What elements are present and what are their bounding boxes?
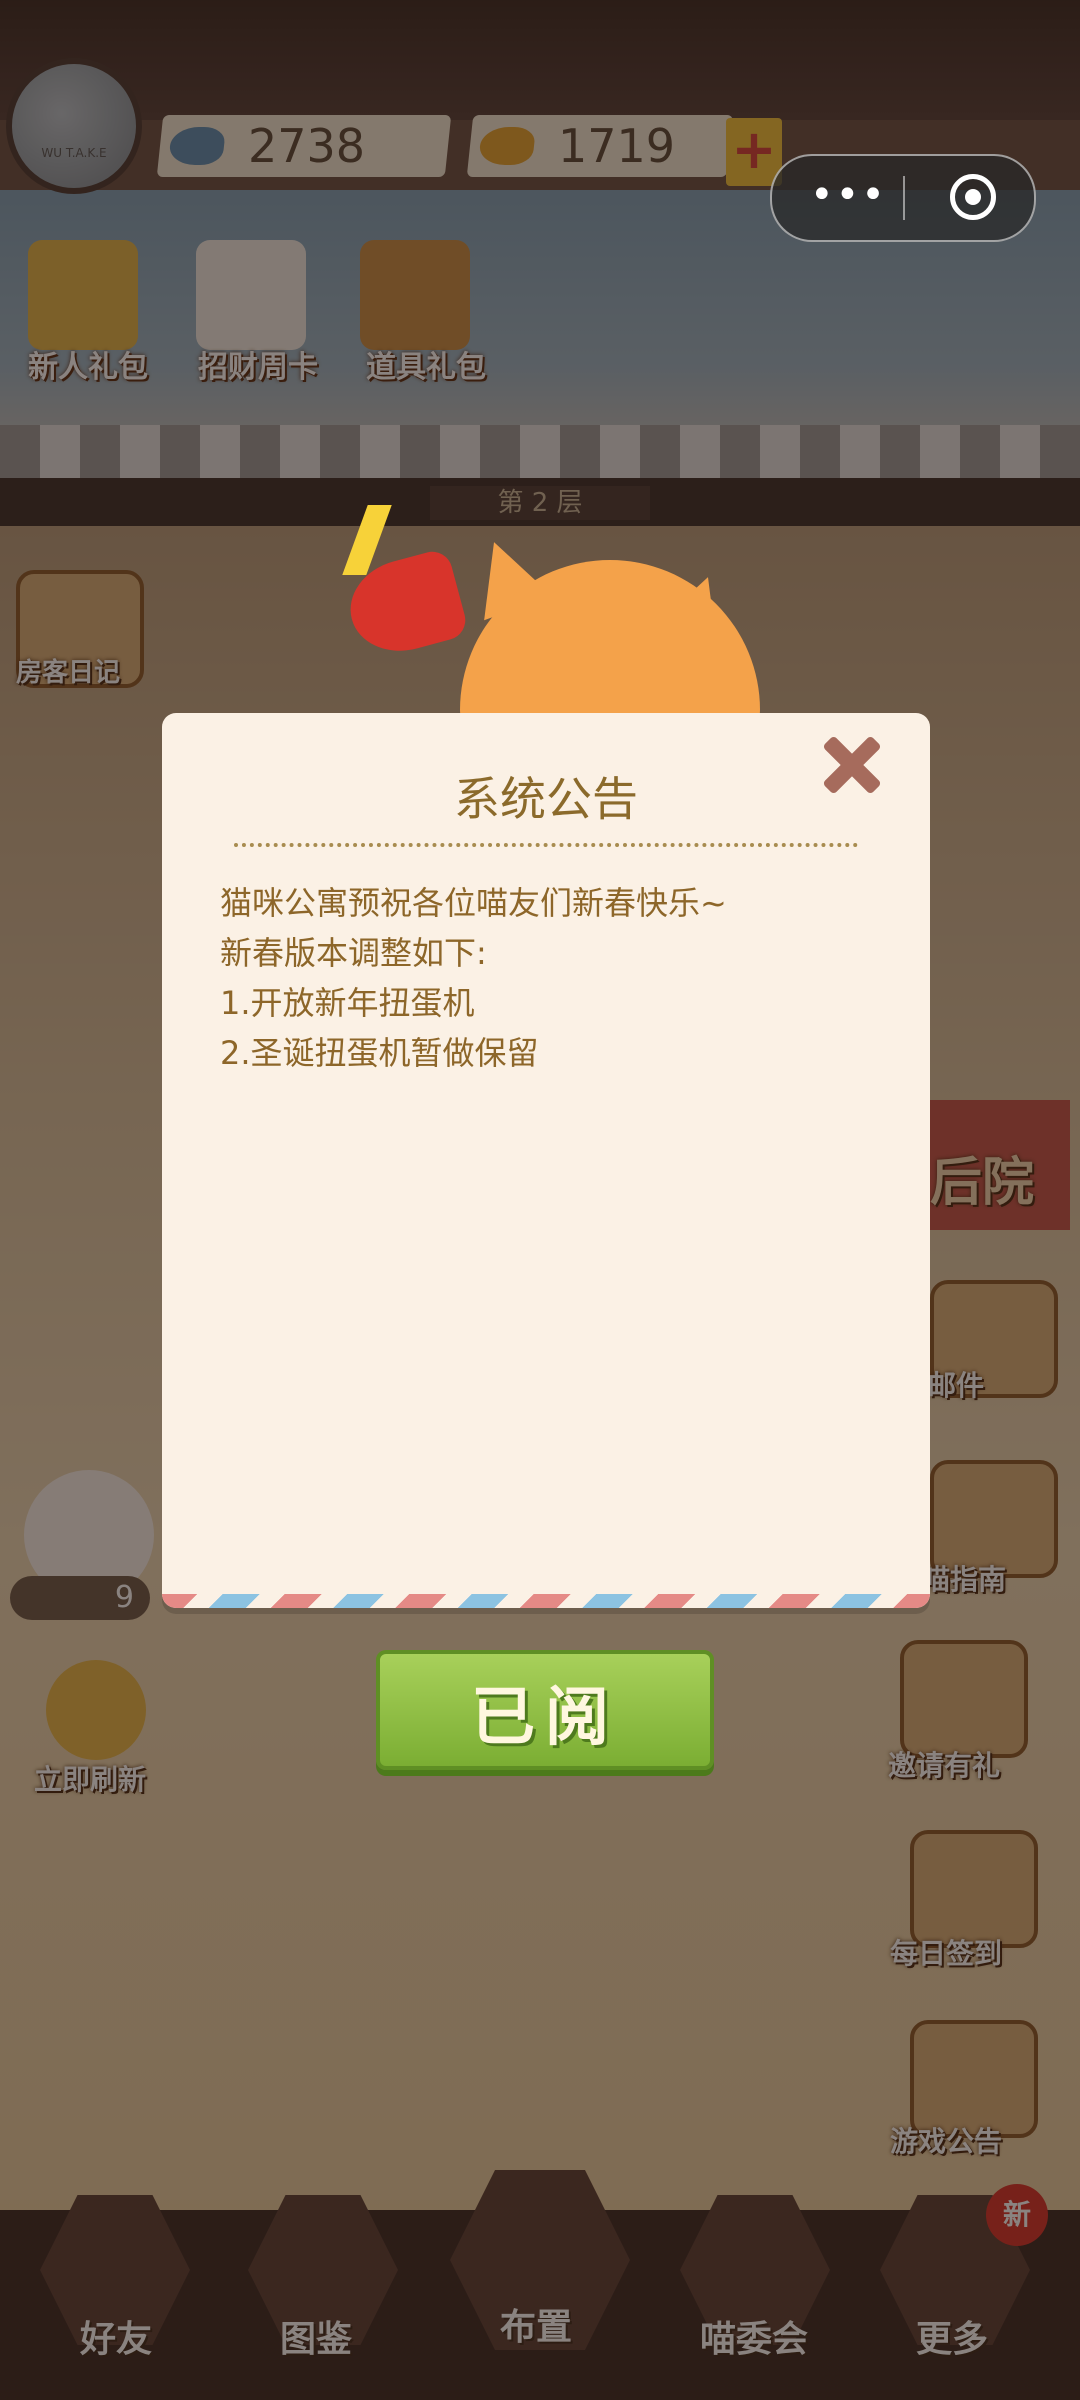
bell-icon[interactable]: [46, 1660, 146, 1760]
refresh-label: 立即刷新: [34, 1763, 147, 1796]
backyard-label: 后院: [930, 1153, 1035, 1213]
invite-gift-icon[interactable]: [900, 1640, 1028, 1758]
dialog-title: 系统公告: [454, 772, 638, 826]
miniprogram-capsule: •••: [770, 154, 1036, 242]
cat-count: 9: [10, 1576, 150, 1620]
floor-label: 第 2 层: [430, 486, 650, 520]
nav-more-label: 更多: [916, 2319, 989, 2360]
nav-decorate-label: 布置: [500, 2307, 573, 2348]
nav-friends-label: 好友: [80, 2319, 153, 2360]
close-x-icon[interactable]: [822, 735, 882, 795]
shop-item-label: 招财周卡: [198, 350, 318, 385]
dotted-separator: [234, 843, 858, 847]
announcement-line: 猫咪公寓预祝各位喵友们新春快乐~: [220, 884, 727, 922]
add-currency-button[interactable]: +: [726, 118, 782, 186]
nav-album-label: 图鉴: [280, 2319, 353, 2360]
shop-item-label: 新人礼包: [28, 350, 148, 385]
target-dot: [965, 189, 981, 205]
gold-fish-icon: [478, 127, 536, 165]
checker-floor: [0, 425, 1080, 480]
currency-gold-fish: 1719: [466, 115, 734, 177]
announcement-line: 1.开放新年扭蛋机: [220, 984, 475, 1022]
currency-gold-value: 1719: [558, 119, 676, 173]
airmail-border: [162, 1594, 930, 1608]
announcement-label: 游戏公告: [890, 2125, 1003, 2158]
more-dots-icon[interactable]: •••: [810, 172, 887, 218]
announcement-line: 2.圣诞扭蛋机暂做保留: [220, 1034, 539, 1072]
read-confirm-button[interactable]: 已阅: [376, 1650, 714, 1770]
envelope-gift-icon[interactable]: [28, 240, 138, 350]
box-gift-icon[interactable]: [360, 240, 470, 350]
shop-item-label: 道具礼包: [366, 350, 486, 385]
checkin-icon[interactable]: [910, 1830, 1038, 1948]
announcement-dialog: 系统公告 猫咪公寓预祝各位喵友们新春快乐~ 新春版本调整如下: 1.开放新年扭蛋…: [162, 713, 930, 1608]
mail-label: 邮件: [928, 1369, 985, 1402]
blue-fish-icon: [168, 127, 226, 165]
new-badge: 新: [986, 2184, 1048, 2246]
game-scene: 第 2 层 WU T.A.K.E 2738 1719 + 新人礼包 招财周卡 道…: [0, 0, 1080, 2400]
player-avatar[interactable]: WU T.A.K.E: [6, 58, 142, 194]
avatar-text: WU T.A.K.E: [41, 146, 107, 160]
currency-blue-fish: 2738: [156, 115, 452, 177]
dialog-body: 猫咪公寓预祝各位喵友们新春快乐~ 新春版本调整如下: 1.开放新年扭蛋机 2.圣…: [220, 878, 880, 1078]
lucky-cat-icon[interactable]: [196, 240, 306, 350]
invite-label: 邀请有礼: [888, 1749, 1001, 1782]
checkin-label: 每日签到: [890, 1937, 1003, 1970]
capsule-divider: [903, 176, 905, 220]
diary-label: 房客日记: [16, 658, 121, 688]
target-circle-icon[interactable]: [950, 174, 996, 220]
announcement-line: 新春版本调整如下:: [220, 934, 487, 972]
guide-label: 喵指南: [922, 1563, 1007, 1596]
top-bar: [0, 0, 1080, 120]
nav-committee-label: 喵委会: [700, 2319, 809, 2360]
confirm-label: 已阅: [471, 1681, 619, 1755]
currency-blue-value: 2738: [248, 119, 366, 173]
